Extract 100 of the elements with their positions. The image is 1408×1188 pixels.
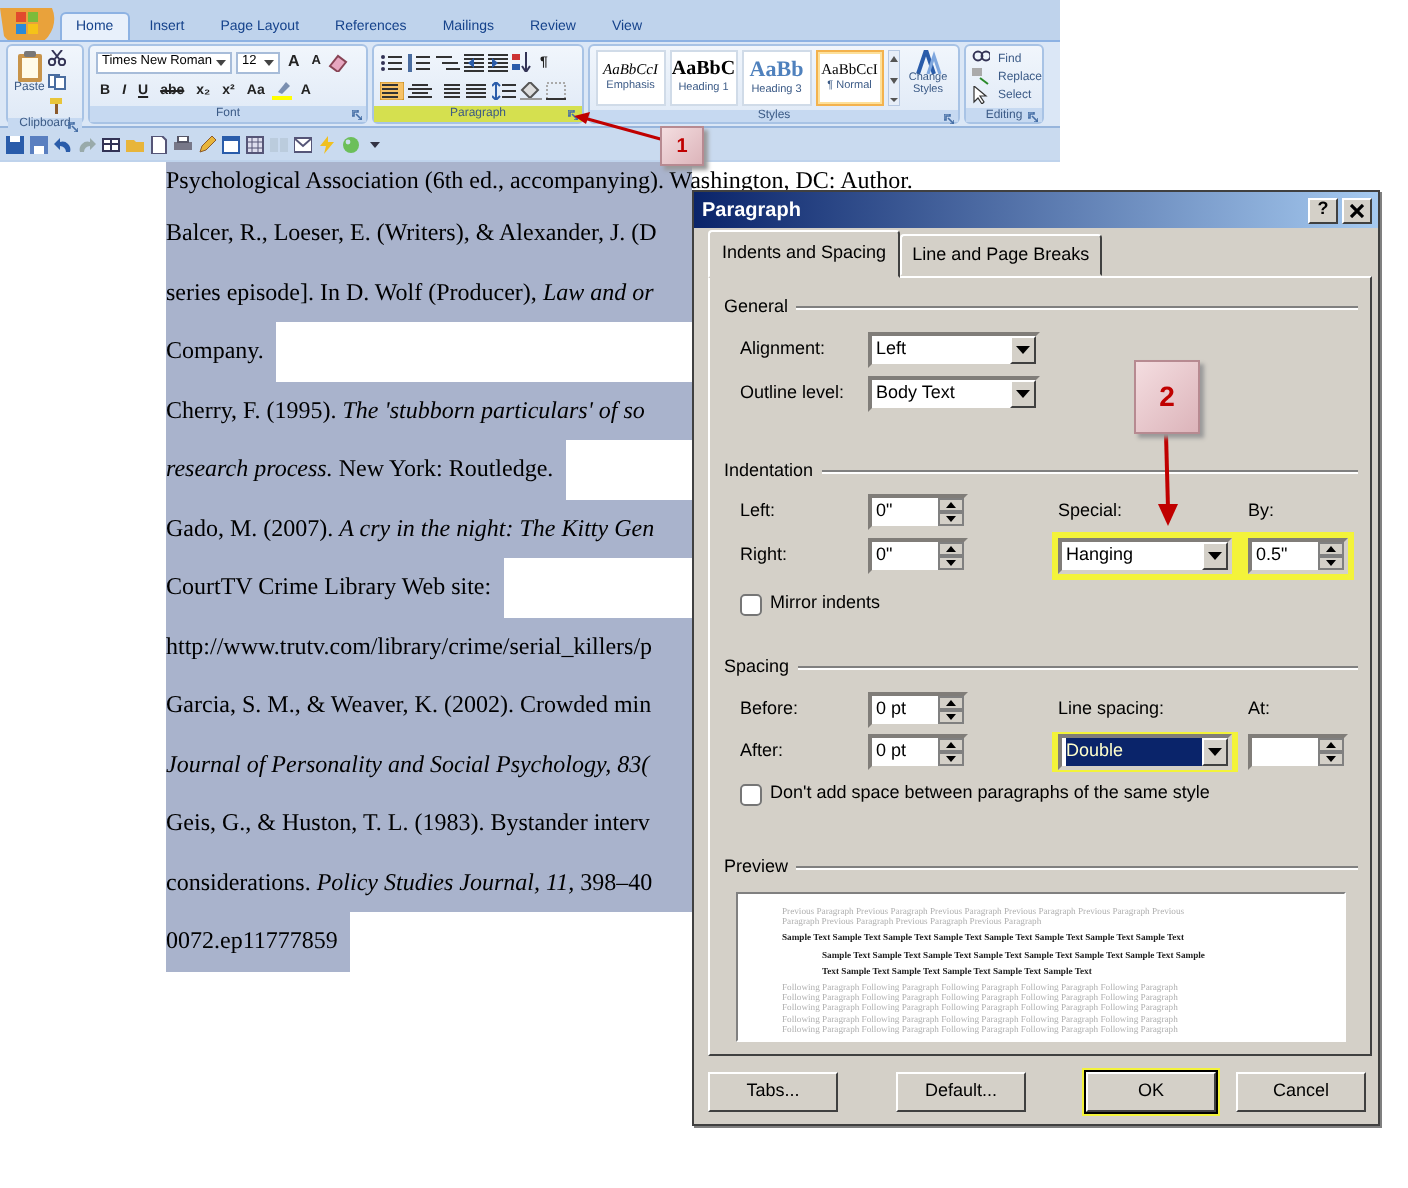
document-text-line: series episode]. In D. Wolf (Producer), Law and or <box>166 275 656 309</box>
section-heading: Preview <box>724 854 789 881</box>
spin-buttons-icon[interactable] <box>1318 738 1344 766</box>
field-label: Outline level: <box>740 380 847 407</box>
spin-buttons-icon[interactable] <box>938 738 964 766</box>
multilevel-list-icon[interactable] <box>436 53 460 71</box>
document-text-line: http://www.trutv.com/library/crime/serial_killers/p <box>166 629 655 664</box>
align-center-icon[interactable] <box>408 81 432 99</box>
document-text-line: Geis, G., & Huston, T. L. (1983). Bystander interv <box>166 806 652 840</box>
spin-buttons-icon[interactable] <box>938 696 964 724</box>
close-icon <box>1350 203 1364 217</box>
gallery-scroll-icon[interactable] <box>888 50 900 106</box>
field-label: By: <box>1248 498 1277 525</box>
dialog-launcher-icon[interactable] <box>68 122 78 132</box>
line-spacing-icon[interactable] <box>492 81 516 99</box>
scissors-icon[interactable] <box>48 50 67 66</box>
borders-icon[interactable] <box>546 81 568 99</box>
checkbox-label: Don't add space between paragraphs of the same style <box>770 780 1210 807</box>
dropdown-arrow-icon[interactable] <box>1208 748 1222 756</box>
dialog-launcher-icon[interactable] <box>944 114 954 124</box>
document-text-line: Company. <box>166 334 266 368</box>
section-heading: Indentation <box>724 458 814 485</box>
help-button[interactable]: ? <box>1308 197 1338 223</box>
spin-buttons-icon[interactable] <box>1318 542 1344 570</box>
dropdown-arrow-icon[interactable] <box>264 59 274 65</box>
document-text-line: Gado, M. (2007). A cry in the night: The Kitty Gen <box>166 511 657 546</box>
spin-field[interactable]: 0 pt <box>868 734 968 770</box>
document-text-line: Garcia, S. M., & Weaver, K. (2002). Crowded min <box>166 688 654 722</box>
section-heading: General <box>724 294 789 321</box>
window-title: Paragraph <box>702 197 803 225</box>
align-left-icon[interactable] <box>380 81 404 99</box>
field-label: Left: <box>740 498 778 525</box>
dropdown-arrow-icon[interactable] <box>1016 346 1030 354</box>
numbering-icon[interactable] <box>408 53 432 71</box>
dialog-launcher-icon[interactable] <box>352 110 362 120</box>
field-label: At: <box>1248 696 1273 723</box>
spin-field[interactable]: 0.5" <box>1248 538 1348 574</box>
dialog-launcher-icon[interactable] <box>568 110 578 120</box>
decrease-indent-icon[interactable] <box>464 53 484 71</box>
document-text-line: 0072.ep11777859 <box>166 924 340 958</box>
document-text-line: considerations. Policy Studies Journal, 11, 398–40 <box>166 865 655 900</box>
document-text-line: Cherry, F. (1995). The 'stubborn particulars' of so <box>166 393 647 428</box>
table-icon[interactable] <box>102 135 120 153</box>
printer-icon[interactable] <box>174 135 192 153</box>
arrow <box>574 112 665 142</box>
section-heading: Spacing <box>724 654 790 681</box>
page-icon[interactable] <box>150 135 168 153</box>
grid-icon[interactable] <box>246 135 264 153</box>
dropdown[interactable]: Hanging <box>1058 538 1232 574</box>
field-label: Special: <box>1058 498 1125 525</box>
spin-field[interactable] <box>1248 734 1348 770</box>
dialog-button[interactable]: Tabs... <box>708 1072 838 1112</box>
field-label: Before: <box>740 696 801 723</box>
eraser-icon[interactable] <box>328 53 349 71</box>
styles-icon <box>914 50 942 74</box>
dropdown-arrow-icon[interactable] <box>1208 552 1222 560</box>
dialog-button[interactable]: Default... <box>896 1072 1026 1112</box>
dropdown-arrow-icon[interactable] <box>1016 390 1030 398</box>
dialog-button[interactable]: Cancel <box>1236 1072 1366 1112</box>
checkbox[interactable] <box>740 593 762 615</box>
envelope-icon[interactable] <box>294 135 312 153</box>
callout-label: 2 <box>1134 360 1200 434</box>
spin-field[interactable]: 0" <box>868 538 968 574</box>
checkbox[interactable] <box>740 783 762 805</box>
grow-font-button[interactable]: A <box>284 52 304 72</box>
window-icon[interactable] <box>222 135 240 153</box>
spin-buttons-icon[interactable] <box>938 542 964 570</box>
callout-label: 1 <box>660 126 704 166</box>
dialog-tab[interactable]: Line and Page Breaks <box>900 233 1102 276</box>
copy-icon[interactable] <box>48 74 67 90</box>
close-button[interactable] <box>1342 197 1372 223</box>
document-text-line: Psychological Association (6th ed., accompanying). Washington, DC: Author. <box>166 168 915 194</box>
dropdown[interactable]: Body Text <box>868 376 1040 412</box>
undo-icon[interactable] <box>54 135 72 153</box>
field-label: Alignment: <box>740 336 828 363</box>
pencil-icon[interactable] <box>198 135 216 153</box>
document-text-line: CourtTV Crime Library Web site: <box>166 570 494 604</box>
arrow <box>1158 433 1178 526</box>
dropdown[interactable]: Double <box>1058 734 1232 770</box>
field-label: Right: <box>740 542 790 569</box>
spin-buttons-icon[interactable] <box>938 498 964 526</box>
sort-icon[interactable] <box>512 52 532 72</box>
pointer-icon <box>972 86 990 104</box>
dropdown[interactable]: Left <box>868 332 1040 368</box>
document-text-line: research process. New York: Routledge. <box>166 452 556 486</box>
paint-bucket-icon[interactable] <box>520 81 542 99</box>
spin-field[interactable]: 0 pt <box>868 692 968 728</box>
dialog-tab[interactable]: Indents and Spacing <box>708 229 901 278</box>
document-text-line: Balcer, R., Loeser, E. (Writers), & Alexander, J. (D <box>166 216 659 250</box>
highlighter-icon[interactable] <box>272 80 293 100</box>
brush-icon[interactable] <box>48 98 67 114</box>
dialog-launcher-icon[interactable] <box>1028 112 1038 122</box>
dropdown-arrow-icon[interactable] <box>216 59 226 65</box>
spin-field[interactable]: 0" <box>868 494 968 530</box>
align-justify-icon[interactable] <box>464 81 488 99</box>
clipboard-icon <box>15 50 44 82</box>
increase-indent-icon[interactable] <box>488 53 508 71</box>
bullets-icon[interactable] <box>380 53 404 71</box>
dialog-button[interactable]: OK <box>1086 1072 1216 1112</box>
field-label: After: <box>740 738 786 765</box>
